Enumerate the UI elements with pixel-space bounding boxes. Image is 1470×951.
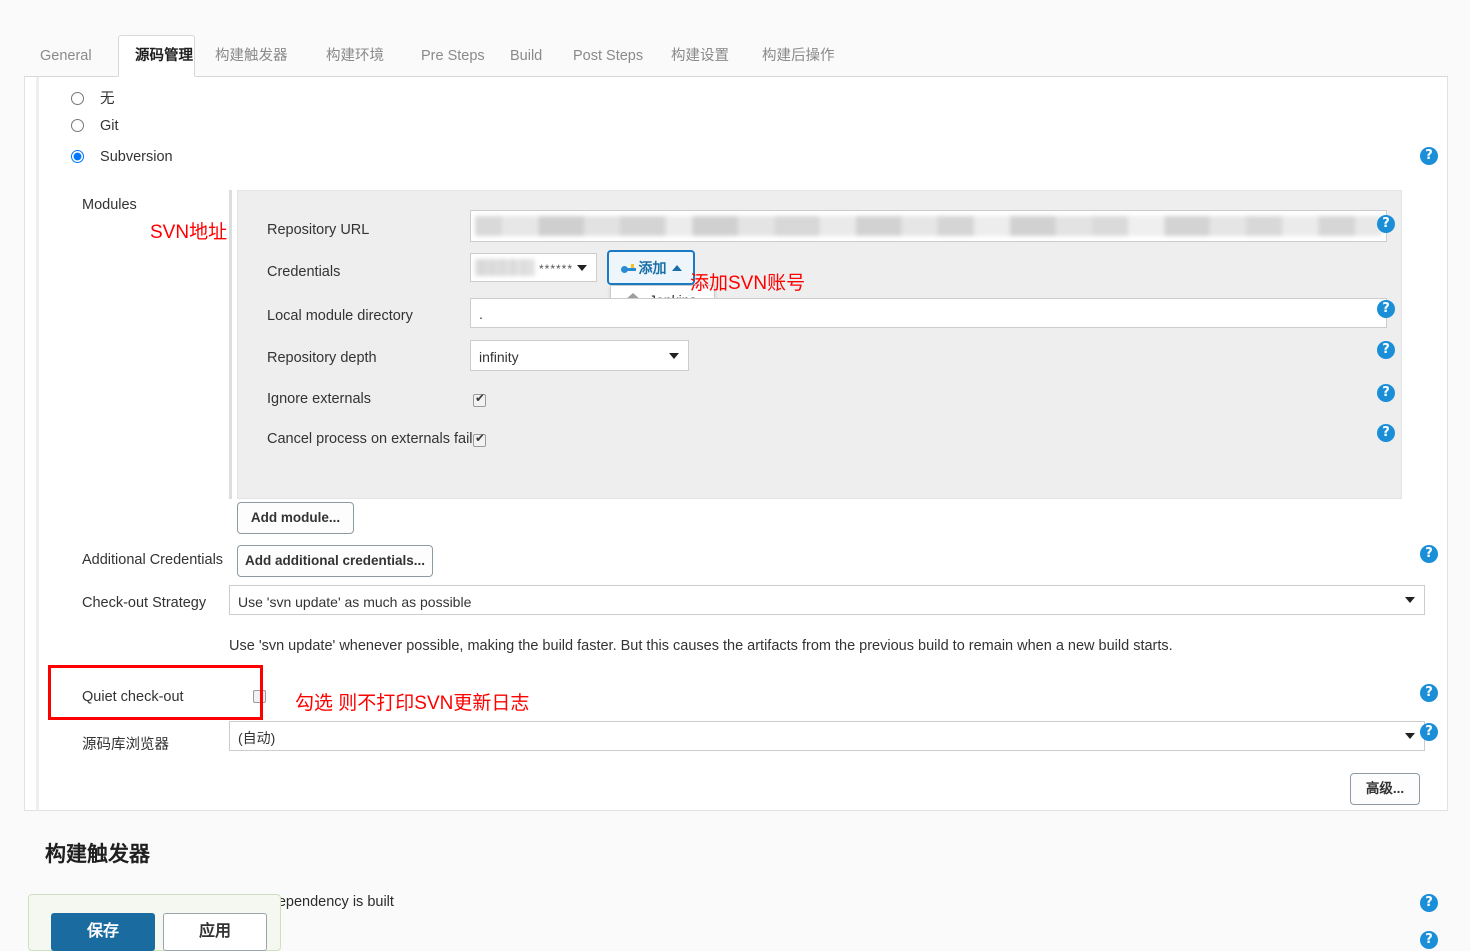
help-icon-subversion[interactable]: ?: [1420, 147, 1438, 165]
add-credentials-button-label: 添加: [638, 260, 667, 276]
repository-url-redacted-value: [475, 216, 1382, 236]
annotation-svn-url: SVN地址: [150, 222, 228, 243]
repository-depth-select[interactable]: infinity: [470, 340, 689, 371]
save-button[interactable]: 保存: [51, 913, 155, 951]
scm-radio-subversion[interactable]: [71, 150, 84, 163]
annotation-box-quiet-checkout: [48, 665, 263, 720]
build-triggers-title: 构建触发器: [45, 843, 150, 866]
add-credentials-button[interactable]: 添加: [607, 250, 695, 285]
cancel-process-checkbox[interactable]: [473, 431, 486, 447]
local-module-directory-input[interactable]: .: [470, 298, 1387, 328]
help-icon-quiet-checkout[interactable]: ?: [1420, 684, 1438, 702]
chevron-down-icon: [669, 352, 679, 359]
help-icon-repo-browser[interactable]: ?: [1420, 723, 1438, 741]
help-icon-snapshot-trigger[interactable]: ?: [1420, 894, 1438, 912]
checkout-strategy-select[interactable]: Use 'svn update' as much as possible: [229, 585, 1425, 615]
repository-url-input[interactable]: [470, 210, 1387, 242]
modules-label: Modules: [82, 197, 137, 213]
scm-option-subversion-label: Subversion: [100, 149, 173, 165]
tab-build[interactable]: Build: [494, 36, 556, 77]
checkout-strategy-label: Check-out Strategy: [82, 595, 207, 611]
help-icon-local-module-directory[interactable]: ?: [1377, 300, 1395, 318]
checkout-strategy-value: Use 'svn update' as much as possible: [238, 594, 472, 610]
key-icon: [620, 264, 637, 274]
chevron-down-icon: [577, 264, 587, 271]
local-module-directory-label: Local module directory: [267, 308, 413, 324]
tab-build-triggers[interactable]: 构建触发器: [199, 36, 304, 77]
tab-post-steps[interactable]: Post Steps: [557, 36, 653, 77]
credentials-select[interactable]: ******: [470, 253, 597, 282]
tab-build-environment[interactable]: 构建环境: [310, 36, 400, 77]
tab-general[interactable]: General: [24, 36, 117, 77]
annotation-add-svn-account: 添加SVN账号: [690, 273, 806, 294]
help-icon-repository-url[interactable]: ?: [1377, 215, 1395, 233]
repo-browser-select[interactable]: (自动): [229, 721, 1425, 751]
cancel-process-label: Cancel process on externals fail: [267, 431, 473, 447]
scm-option-git[interactable]: Git: [71, 118, 119, 134]
chevron-up-icon: [671, 265, 682, 271]
credentials-label: Credentials: [267, 264, 341, 280]
annotation-quiet-checkout: 勾选 则不打印SVN更新日志: [295, 693, 530, 714]
tab-pre-steps[interactable]: Pre Steps: [405, 36, 492, 77]
help-icon-ignore-externals[interactable]: ?: [1377, 384, 1395, 402]
chevron-down-icon: [1405, 597, 1415, 603]
scm-radio-none[interactable]: [71, 92, 84, 105]
repo-browser-value: (自动): [238, 730, 276, 746]
scm-option-subversion[interactable]: Subversion: [71, 149, 173, 165]
repository-url-label: Repository URL: [267, 222, 370, 238]
repository-depth-value: infinity: [479, 349, 519, 365]
add-additional-credentials-button[interactable]: Add additional credentials...: [237, 545, 433, 577]
scm-radio-git[interactable]: [71, 119, 84, 132]
jenkins-job-config-page: General 源码管理 构建触发器 构建环境 Pre Steps Build …: [0, 0, 1470, 951]
modules-divider: [229, 190, 232, 499]
tab-build-settings[interactable]: 构建设置: [655, 36, 745, 77]
tab-source-code-management[interactable]: 源码管理: [118, 35, 195, 77]
help-icon-additional-credentials[interactable]: ?: [1420, 545, 1438, 563]
apply-button[interactable]: 应用: [163, 913, 267, 951]
repository-depth-label: Repository depth: [267, 350, 377, 366]
tab-post-build-actions[interactable]: 构建后操作: [746, 36, 852, 77]
scm-option-none[interactable]: 无: [71, 87, 115, 108]
additional-credentials-label: Additional Credentials: [82, 552, 224, 568]
config-tabbar: General 源码管理 构建触发器 构建环境 Pre Steps Build …: [24, 35, 1448, 77]
help-icon-build-trigger-extra[interactable]: ?: [1420, 931, 1438, 949]
repo-browser-label: 源码库浏览器: [82, 737, 169, 753]
credentials-masked-password: ******: [539, 262, 574, 276]
chevron-down-icon: [1405, 733, 1415, 739]
add-module-button[interactable]: Add module...: [237, 502, 354, 534]
ignore-externals-label: Ignore externals: [267, 391, 371, 407]
help-icon-cancel-process[interactable]: ?: [1377, 424, 1395, 442]
advanced-button[interactable]: 高级...: [1350, 773, 1420, 805]
checkout-strategy-description: Use 'svn update' whenever possible, maki…: [229, 638, 1173, 654]
ignore-externals-checkbox[interactable]: [473, 391, 486, 407]
credentials-redacted-user: [475, 259, 535, 276]
scm-option-git-label: Git: [100, 118, 119, 134]
scm-option-none-label: 无: [100, 91, 115, 107]
help-icon-repository-depth[interactable]: ?: [1377, 341, 1395, 359]
